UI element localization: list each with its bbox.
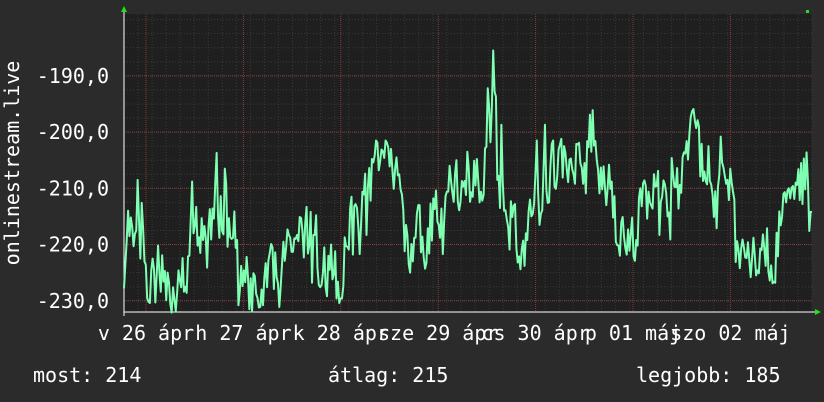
x-tick-label: cs 30 ápr bbox=[481, 321, 589, 345]
x-tick-label: v 26 ápr bbox=[98, 321, 194, 345]
stat-average: átlag: 215 bbox=[328, 363, 448, 387]
x-tick-label: h 27 ápr bbox=[195, 321, 291, 345]
y-tick-labels: -190,0 -200,0 -210,0 -220,0 -230,0 bbox=[37, 64, 109, 313]
y-axis-arrow bbox=[121, 6, 127, 12]
x-tick-label: p 01 máj bbox=[585, 321, 681, 345]
y-axis-label: onlinestream.live bbox=[0, 61, 24, 266]
y-tick-label: -210,0 bbox=[37, 176, 109, 200]
y-tick-label: -200,0 bbox=[37, 120, 109, 144]
x-axis-arrow bbox=[815, 309, 821, 315]
y-tick-label: -220,0 bbox=[37, 233, 109, 257]
x-tick-label: szo 02 máj bbox=[670, 321, 790, 345]
stat-best: legjobb: 185 bbox=[636, 363, 781, 387]
y-tick-label: -230,0 bbox=[37, 289, 109, 313]
x-tick-label: k 28 ápr bbox=[293, 321, 389, 345]
x-tick-labels: v 26 ápr h 27 ápr k 28 áprsze 29 áprcs 30 … bbox=[98, 321, 791, 345]
corner-marker bbox=[806, 10, 809, 13]
x-tick-label: sze 29 ápr bbox=[378, 321, 498, 345]
rrd-graph: -190,0 -200,0 -210,0 -220,0 -230,0 v 26 ápr h… bbox=[0, 0, 824, 402]
y-tick-label: -190,0 bbox=[37, 64, 109, 88]
line-chart: -190,0 -200,0 -210,0 -220,0 -230,0 v 26 ápr h… bbox=[0, 6, 821, 387]
stat-current: most: 214 bbox=[33, 363, 141, 387]
